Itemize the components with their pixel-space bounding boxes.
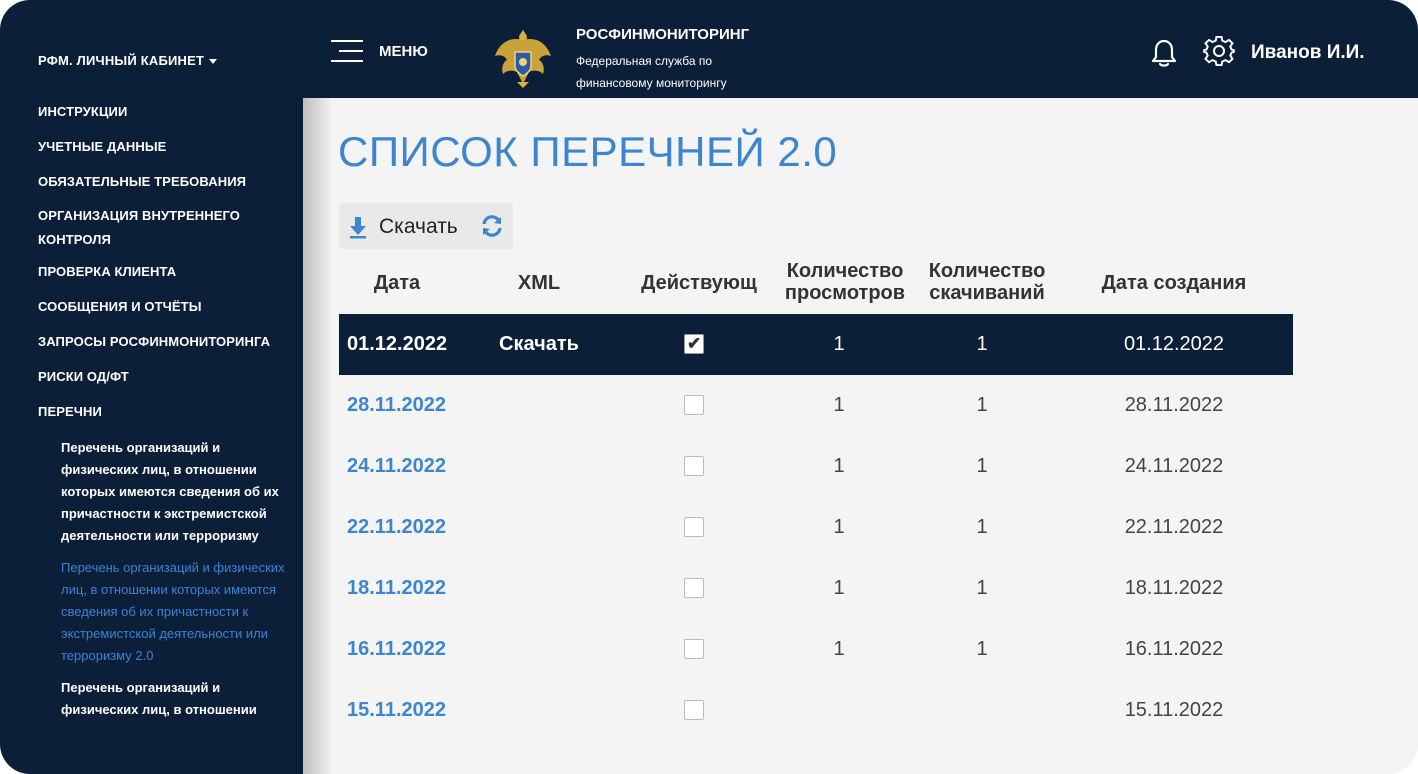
org-subtitle-line2: финансовому мониторингу xyxy=(576,76,727,90)
sidebar-item-instructions[interactable]: ИНСТРУКЦИИ xyxy=(38,100,127,124)
row-views: 1 xyxy=(833,333,845,355)
top-header: МЕНЮ РОСФИНМОНИТОРИНГ Федеральная служба… xyxy=(303,0,1418,98)
row-views: 1 xyxy=(833,455,845,477)
menu-button-label[interactable]: МЕНЮ xyxy=(379,43,428,60)
sidebar-item-lists[interactable]: ПЕРЕЧНИ xyxy=(38,400,102,424)
row-created: 15.11.2022 xyxy=(1124,699,1224,721)
sidebar: РФМ. ЛИЧНЫЙ КАБИНЕТ ИНСТРУКЦИИ УЧЕТНЫЕ Д… xyxy=(0,0,303,774)
sidebar-subitem-list-2-active[interactable]: Перечень организаций и физических лиц, в… xyxy=(61,557,291,667)
row-views: 1 xyxy=(833,516,845,538)
row-downloads: 1 xyxy=(976,455,988,477)
bell-icon[interactable] xyxy=(1149,38,1179,68)
download-arrow-icon xyxy=(350,217,366,239)
row-active-checkbox[interactable] xyxy=(684,639,704,659)
toolbar: Скачать xyxy=(339,203,513,249)
sidebar-item-client-check[interactable]: ПРОВЕРКА КЛИЕНТА xyxy=(38,260,176,284)
header-views-line2: просмотров xyxy=(784,282,906,304)
org-name: РОСФИНМОНИТОРИНГ xyxy=(576,26,750,43)
header-active[interactable]: Действующ xyxy=(629,272,769,294)
row-created: 16.11.2022 xyxy=(1124,638,1224,660)
table-row[interactable]: 22.11.2022 1 1 22.11.2022 xyxy=(339,497,1293,558)
row-views: 1 xyxy=(833,577,845,599)
header-downloads-line1: Количество xyxy=(928,260,1046,282)
table-row[interactable]: 28.11.2022 1 1 28.11.2022 xyxy=(339,375,1293,436)
cabinet-dropdown-label: РФМ. ЛИЧНЫЙ КАБИНЕТ xyxy=(38,53,205,68)
refresh-button[interactable] xyxy=(477,211,507,241)
row-date[interactable]: 01.12.2022 xyxy=(347,314,447,375)
check-icon: ✔ xyxy=(687,334,702,353)
header-date[interactable]: Дата xyxy=(357,272,437,294)
header-created[interactable]: Дата создания xyxy=(1079,272,1269,294)
row-downloads: 1 xyxy=(976,333,988,355)
sidebar-shadow xyxy=(303,98,333,774)
row-date[interactable]: 18.11.2022 xyxy=(347,558,446,619)
row-downloads: 1 xyxy=(976,577,988,599)
row-date[interactable]: 28.11.2022 xyxy=(347,375,446,436)
sidebar-item-risks[interactable]: РИСКИ ОД/ФТ xyxy=(38,365,129,389)
row-active-checkbox[interactable] xyxy=(684,700,704,720)
row-active-checkbox[interactable] xyxy=(684,578,704,598)
user-name[interactable]: Иванов И.И. xyxy=(1251,42,1365,64)
row-active-checkbox[interactable] xyxy=(684,517,704,537)
sidebar-item-credentials[interactable]: УЧЕТНЫЕ ДАННЫЕ xyxy=(38,135,166,159)
row-downloads xyxy=(922,680,1042,741)
caret-down-icon xyxy=(209,59,218,65)
page-title: СПИСОК ПЕРЕЧНЕЙ 2.0 xyxy=(338,128,838,175)
header-views-line1: Количество xyxy=(786,260,904,282)
sidebar-item-requirements[interactable]: ОБЯЗАТЕЛЬНЫЕ ТРЕБОВАНИЯ xyxy=(38,170,246,194)
row-created: 01.12.2022 xyxy=(1123,333,1225,355)
sidebar-subitem-list-3[interactable]: Перечень организаций и физических лиц, в… xyxy=(61,677,291,721)
app-frame: РФМ. ЛИЧНЫЙ КАБИНЕТ ИНСТРУКЦИИ УЧЕТНЫЕ Д… xyxy=(0,0,1418,774)
menu-icon[interactable] xyxy=(331,40,367,64)
gear-icon[interactable] xyxy=(1203,36,1235,68)
table-row[interactable]: 24.11.2022 1 1 24.11.2022 xyxy=(339,436,1293,497)
table-row[interactable]: 15.11.2022 15.11.2022 xyxy=(339,680,1293,741)
refresh-icon xyxy=(482,215,502,237)
emblem-logo xyxy=(495,30,551,88)
row-created: 22.11.2022 xyxy=(1124,516,1224,538)
cabinet-dropdown[interactable]: РФМ. ЛИЧНЫЙ КАБИНЕТ xyxy=(38,53,218,68)
sidebar-item-messages[interactable]: СООБЩЕНИЯ И ОТЧЁТЫ xyxy=(38,295,202,319)
row-active-checkbox[interactable] xyxy=(684,456,704,476)
sidebar-item-internal-control-line2[interactable]: КОНТРОЛЯ xyxy=(38,228,111,252)
sidebar-item-internal-control[interactable]: ОРГАНИЗАЦИЯ ВНУТРЕННЕГО xyxy=(38,204,240,228)
row-active-checkbox[interactable] xyxy=(684,395,704,415)
org-subtitle-line1: Федеральная служба по xyxy=(576,54,713,68)
row-date[interactable]: 15.11.2022 xyxy=(347,680,446,741)
row-downloads: 1 xyxy=(976,516,988,538)
row-xml-download-link[interactable]: Скачать xyxy=(499,314,579,375)
row-date[interactable]: 24.11.2022 xyxy=(347,436,446,497)
org-subtitle: Федеральная служба по финансовому монито… xyxy=(576,50,727,94)
header-downloads[interactable]: Количество скачиваний xyxy=(917,260,1057,304)
sidebar-item-requests[interactable]: ЗАПРОСЫ РОСФИНМОНИТОРИНГА xyxy=(38,330,270,354)
row-views: 1 xyxy=(833,394,845,416)
header-views[interactable]: Количество просмотров xyxy=(775,260,915,304)
row-downloads: 1 xyxy=(976,638,988,660)
row-views: 1 xyxy=(833,638,845,660)
row-created: 28.11.2022 xyxy=(1124,394,1224,416)
sidebar-subitem-list-1[interactable]: Перечень организаций и физических лиц, в… xyxy=(61,437,291,547)
table-row[interactable]: 01.12.2022 Скачать ✔ 1 1 01.12.2022 xyxy=(339,314,1293,375)
row-created: 18.11.2022 xyxy=(1124,577,1224,599)
header-downloads-line2: скачиваний xyxy=(929,282,1045,304)
row-created: 24.11.2022 xyxy=(1124,455,1224,477)
row-views xyxy=(779,680,899,741)
main-content: СПИСОК ПЕРЕЧНЕЙ 2.0 Скачать Дата XML Дей… xyxy=(303,98,1418,774)
download-label: Скачать xyxy=(379,215,458,238)
row-downloads: 1 xyxy=(976,394,988,416)
header-xml[interactable]: XML xyxy=(504,272,574,294)
row-date[interactable]: 22.11.2022 xyxy=(347,497,446,558)
row-date[interactable]: 16.11.2022 xyxy=(347,619,446,680)
table-row[interactable]: 18.11.2022 1 1 18.11.2022 xyxy=(339,558,1293,619)
row-active-checkbox[interactable]: ✔ xyxy=(684,334,704,354)
table-row[interactable]: 16.11.2022 1 1 16.11.2022 xyxy=(339,619,1293,680)
